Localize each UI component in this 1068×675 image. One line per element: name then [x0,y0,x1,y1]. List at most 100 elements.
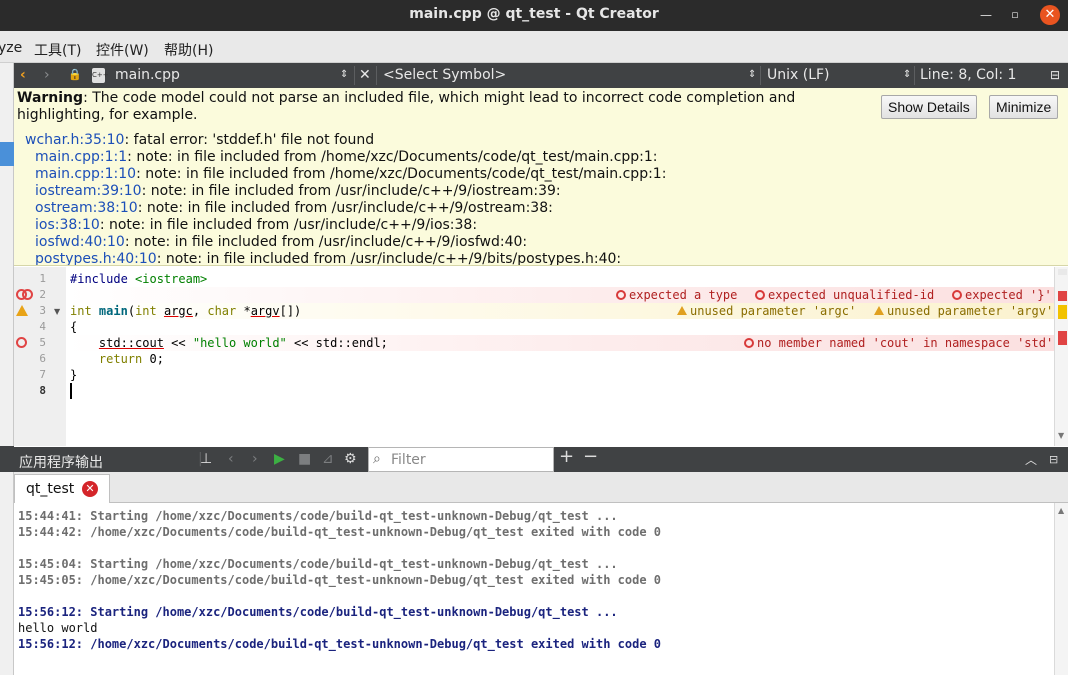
error-circle-icon [744,338,754,348]
file-dropdown-icon[interactable]: ⇕ [340,69,348,80]
maximize-icon[interactable]: ▫ [1006,6,1024,24]
warning-annotation[interactable]: unused parameter 'argc' [677,303,856,319]
error-annotation[interactable]: expected a type [616,287,737,303]
warning-annotation[interactable]: unused parameter 'argv' [874,303,1053,319]
window-title: main.cpp @ qt_test - Qt Creator [409,6,659,22]
show-details-button[interactable]: Show Details [881,95,977,119]
error-circle-icon [952,290,962,300]
line-number: 3 [39,304,46,317]
diagnostic-line: main.cpp:1:1: note: in file included fro… [35,149,658,165]
minimize-button[interactable]: Minimize [989,95,1059,119]
close-icon[interactable]: ✕ [1040,5,1060,25]
search-icon: ⌕ [373,451,381,467]
editor-scrollbar[interactable]: ▼ [1054,267,1068,446]
output-scrollbar[interactable]: ▲ [1054,503,1068,675]
warning-text: : The code model could not parse an incl… [17,90,796,123]
output-tab-bar: qt_test ✕ [14,472,1068,503]
chevron-left-icon[interactable]: ‹ [228,450,234,468]
diagnostic-line: main.cpp:1:10: note: in file included fr… [35,166,667,182]
stop-icon[interactable]: ■ [298,450,311,468]
editor-toolbar: ‹ › 🔒 C++ main.cpp ⇕ ✕ <Select Symbol> ⇕… [14,63,1068,88]
sidebar-output-tab[interactable] [0,446,14,472]
menu-item-tools[interactable]: 工具(T) [34,40,81,60]
output-filter[interactable]: ⌕ [368,447,554,472]
code-line-3: int main(int argc, char *argv[]) [70,304,302,318]
output-line: hello world [18,621,98,635]
menu-item-widgets[interactable]: 控件(W) [96,40,149,60]
menu-item-analyze[interactable]: yze [0,40,22,56]
chevron-right-icon[interactable]: › [252,450,258,468]
line-number: 4 [39,320,46,333]
output-line: 15:44:42: /home/xzc/Documents/code/build… [18,525,661,539]
warning-triangle-icon [677,306,687,315]
remove-icon[interactable]: − [583,448,598,466]
symbol-dropdown-icon[interactable]: ⇕ [748,69,756,80]
line-ending-dropdown-icon[interactable]: ⇕ [903,69,911,80]
diagnostic-line: ostream:38:10: note: in file included fr… [35,200,553,216]
text-cursor [70,383,72,399]
error-circle-icon [616,290,626,300]
filter-input[interactable] [391,450,549,469]
diagnostic-line: wchar.h:35:10: fatal error: 'stddef.h' f… [25,132,375,148]
error-scroll-marker[interactable] [1058,331,1067,345]
error-annotation[interactable]: expected unqualified-id [755,287,934,303]
fold-marker-icon[interactable]: ▼ [54,307,60,316]
diagnostic-link[interactable]: ios:38:10 [35,217,100,233]
code-editor[interactable]: 1 2 3 4 5 6 7 8 ▼ #include <iostream> in… [14,267,1068,446]
chevron-left-icon[interactable]: ‹ [20,67,26,83]
menu-item-help[interactable]: 帮助(H) [164,40,213,60]
output-line: 15:44:41: Starting /home/xzc/Documents/c… [18,509,618,523]
code-line-5: std::cout << "hello world" << std::endl; [98,336,388,350]
error-circle-icon[interactable] [16,337,27,348]
line-number: 6 [39,352,46,365]
warning-triangle-icon[interactable] [16,305,28,316]
diagnostic-link[interactable]: main.cpp:1:1 [35,149,127,165]
diagnostic-link[interactable]: iosfwd:40:10 [35,234,125,250]
warning-label: Warning [17,90,84,106]
menu-bar: yze 工具(T) 控件(W) 帮助(H) [0,31,1068,63]
chevron-up-icon[interactable]: ︿ [1025,451,1037,469]
symbol-selector[interactable]: <Select Symbol> [383,67,506,83]
diagnostic-link[interactable]: main.cpp:1:10 [35,166,136,182]
line-number: 5 [39,336,46,349]
scroll-up-icon[interactable]: ▲ [1058,506,1064,515]
scroll-down-icon[interactable]: ▼ [1058,431,1064,440]
line-ending-selector[interactable]: Unix (LF) [767,67,830,83]
play-icon[interactable]: ▶ [274,450,285,468]
close-file-icon[interactable]: ✕ [359,67,371,83]
gear-icon[interactable]: ⚙ [344,450,357,468]
code-line-4: { [70,320,78,334]
code-line-6: return 0; [98,352,164,366]
close-pane-icon[interactable]: ⊟ [1049,451,1058,469]
clear-output-icon[interactable]: ⊥ [200,450,212,468]
diagnostic-link[interactable]: iostream:39:10 [35,183,142,199]
diagnostic-line: iosfwd:40:10: note: in file included fro… [35,234,528,250]
diagnostic-link[interactable]: postypes.h:40:10 [35,251,157,265]
application-output[interactable]: 15:44:41: Starting /home/xzc/Documents/c… [14,503,1054,675]
diagnostic-line: postypes.h:40:10: note: in file included… [35,251,622,266]
output-pane-title: 应用程序输出 [19,455,103,471]
cursor-position[interactable]: Line: 8, Col: 1 [920,67,1016,83]
output-line: 15:45:04: Starting /home/xzc/Documents/c… [18,557,618,571]
error-circle-icon[interactable] [22,289,33,300]
split-editor-icon[interactable]: ⊟ [1050,68,1060,82]
file-selector[interactable]: main.cpp [115,67,180,83]
error-scroll-marker[interactable] [1058,291,1067,301]
code-line-7: } [70,368,78,382]
output-line: 15:56:12: Starting /home/xzc/Documents/c… [18,605,618,619]
error-annotation[interactable]: expected '}' [952,287,1052,303]
minimize-icon[interactable]: — [977,6,995,24]
chevron-right-icon[interactable]: › [44,67,50,83]
attach-debugger-icon[interactable]: ⊿ [322,450,334,468]
diagnostic-link[interactable]: ostream:38:10 [35,200,138,216]
sidebar-selected-item[interactable] [0,142,14,166]
add-icon[interactable]: + [559,448,574,466]
diagnostic-link[interactable]: wchar.h:35:10 [25,132,124,148]
error-annotation[interactable]: no member named 'cout' in namespace 'std… [744,335,1053,351]
warning-scroll-marker[interactable] [1058,305,1067,319]
diagnostic-line: ios:38:10: note: in file included from /… [35,217,478,233]
close-icon[interactable]: ✕ [82,481,98,497]
line-number: 1 [39,272,46,285]
tab-qt-test[interactable]: qt_test ✕ [14,474,110,503]
output-pane-header: 应用程序输出 | ⊥ ‹ › ▶ ■ ⊿ ⚙ ⌕ + − ︿ ⊟ [14,447,1068,472]
